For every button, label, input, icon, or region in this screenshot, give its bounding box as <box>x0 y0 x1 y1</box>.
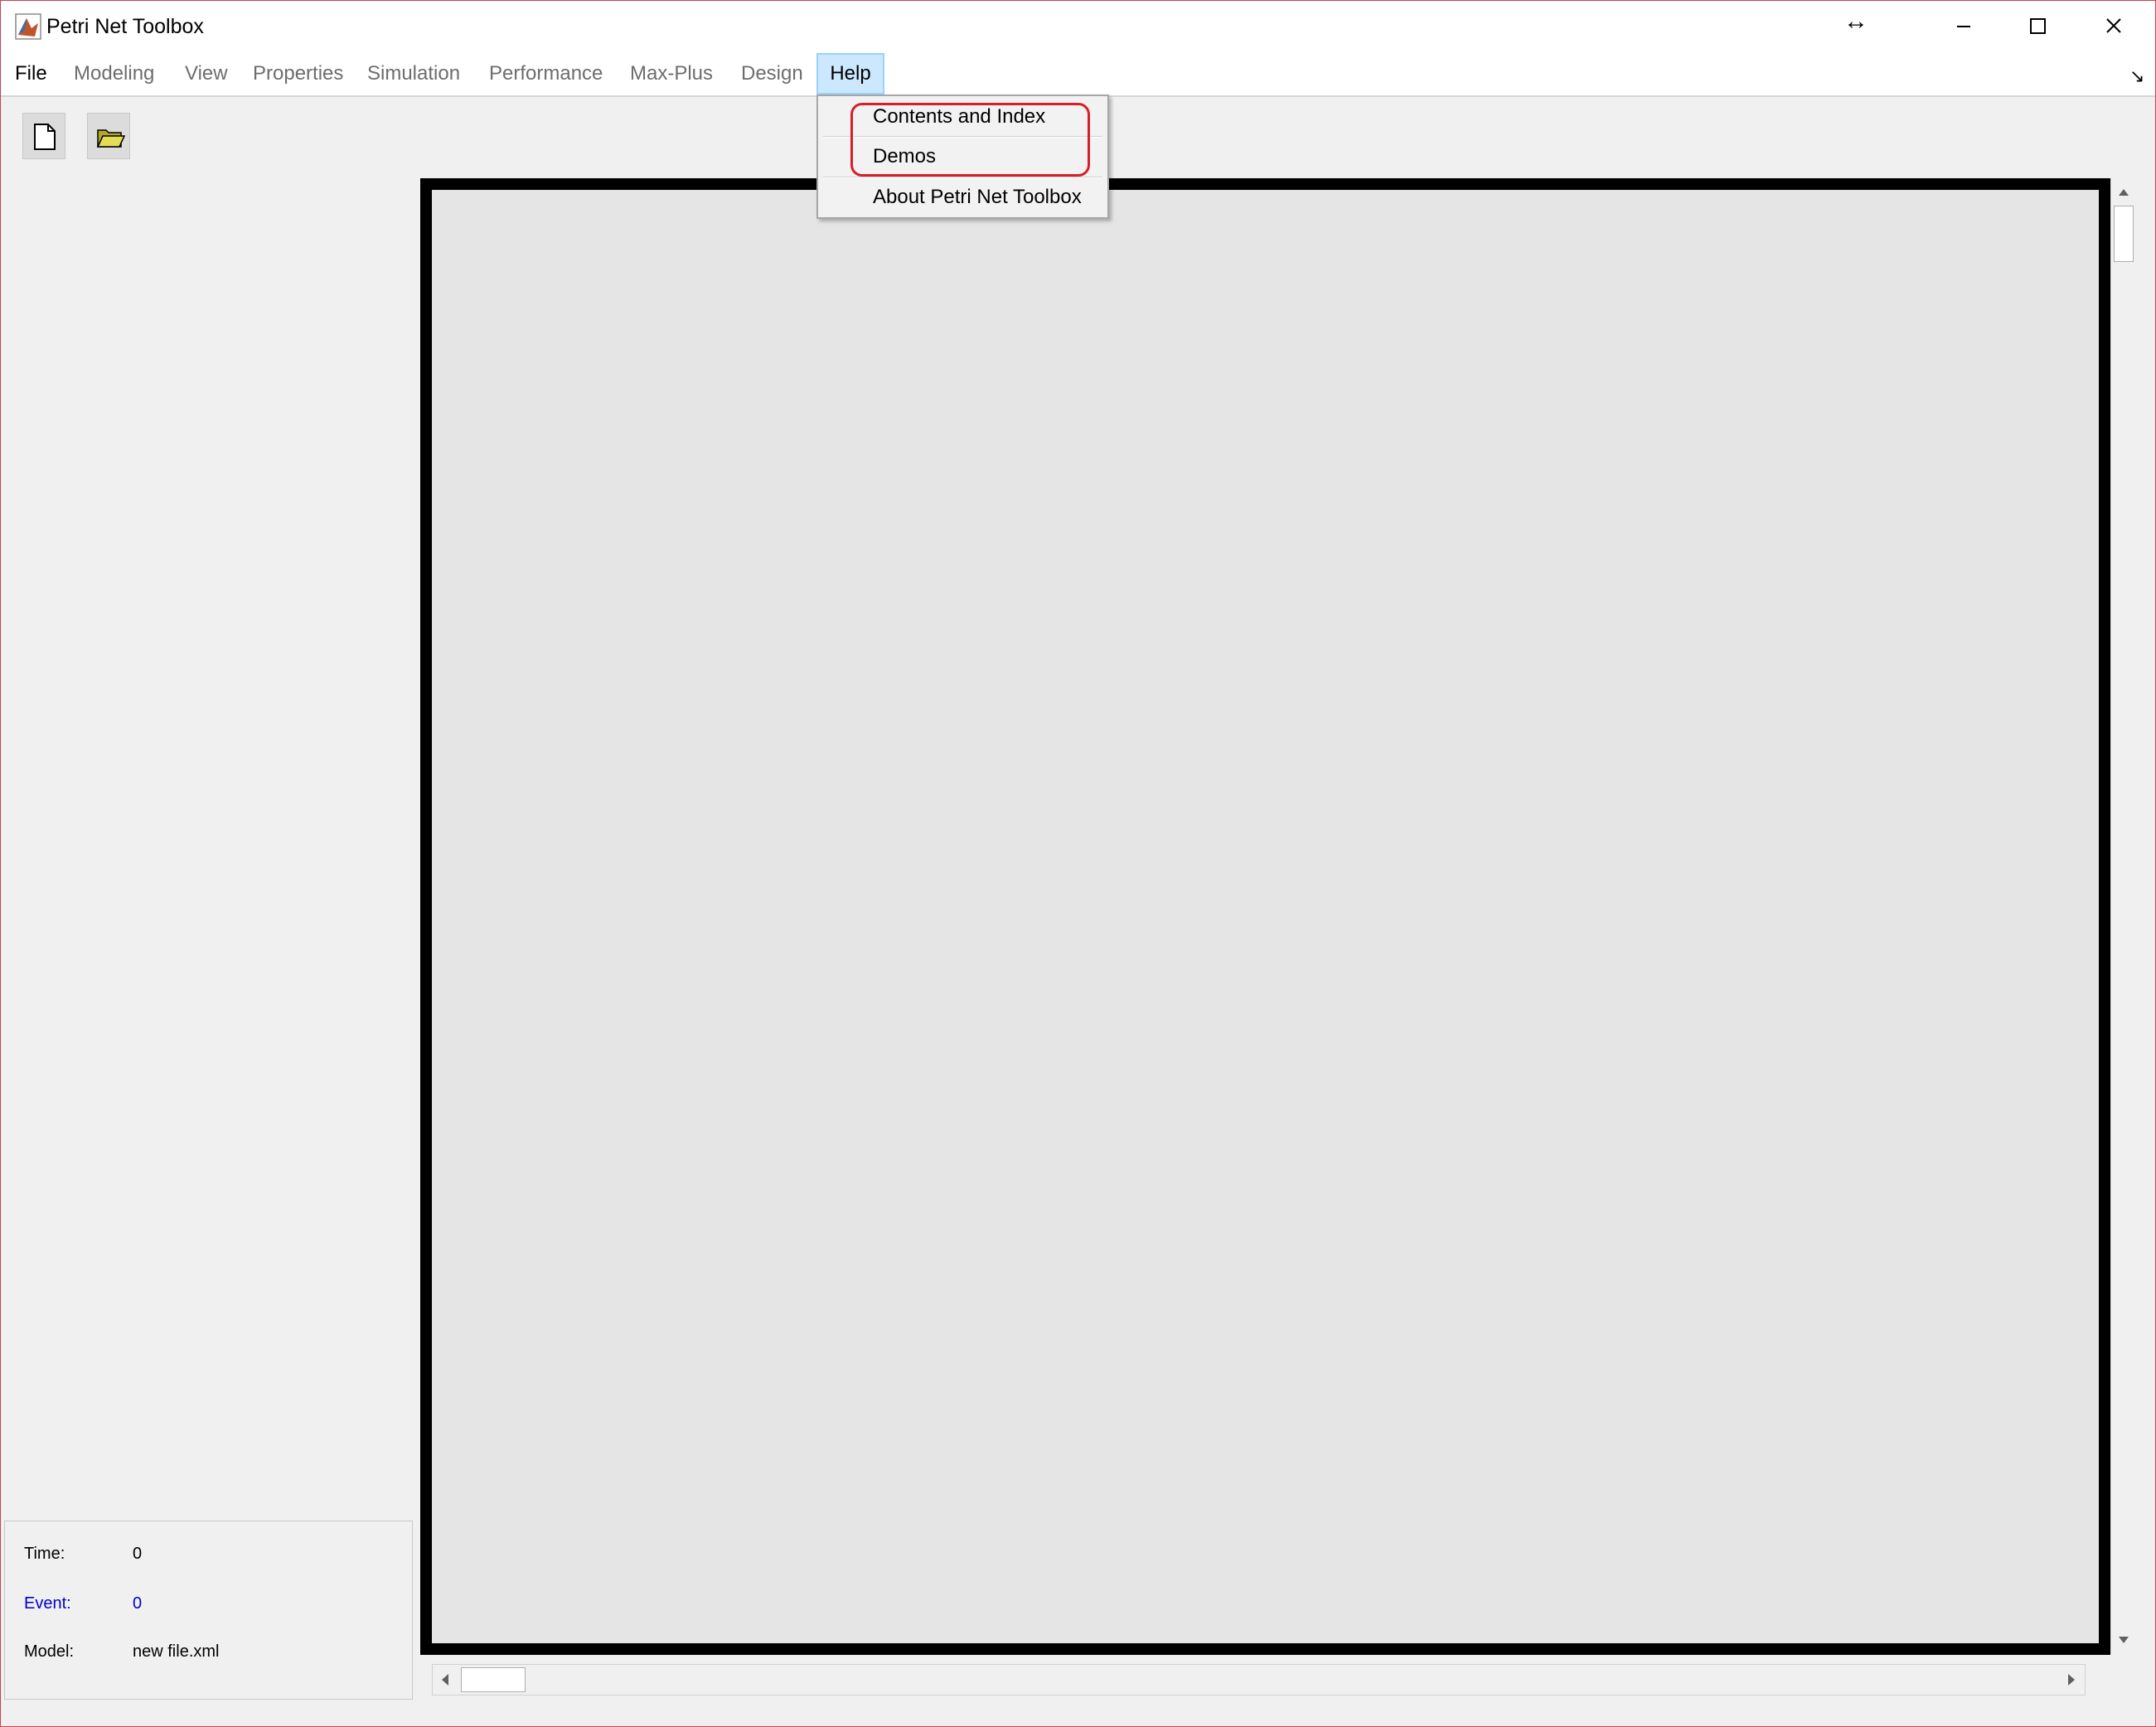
scroll-left-arrow-icon[interactable] <box>433 1665 458 1695</box>
event-value: 0 <box>133 1594 143 1613</box>
annotation-highlight-box <box>850 103 1090 177</box>
menu-modeling[interactable]: Modeling <box>74 52 154 95</box>
time-value: 0 <box>133 1545 143 1563</box>
scroll-down-arrow-icon[interactable] <box>2111 1628 2136 1652</box>
maximize-icon <box>2030 18 2046 34</box>
menu-properties[interactable]: Properties <box>253 52 343 95</box>
status-panel: Time: 0 Event: 0 Model: new file.xml <box>4 1521 413 1700</box>
menu-view[interactable]: View <box>185 52 228 95</box>
close-icon <box>2106 18 2121 33</box>
minimize-button[interactable] <box>1926 1 2000 52</box>
menu-performance[interactable]: Performance <box>489 52 603 95</box>
model-label: Model: <box>24 1642 75 1661</box>
app-window: Petri Net Toolbox ↔ File Modeling View P… <box>0 0 2156 1727</box>
menu-help[interactable]: Help <box>816 53 884 95</box>
title-bar[interactable]: Petri Net Toolbox ↔ <box>1 1 2155 52</box>
new-file-button[interactable] <box>22 113 65 159</box>
scroll-right-arrow-icon[interactable] <box>2059 1665 2084 1695</box>
time-label: Time: <box>24 1545 65 1563</box>
vertical-scroll-thumb[interactable] <box>2114 206 2134 262</box>
menu-item-label: About Petri Net Toolbox <box>873 186 1082 208</box>
menu-design[interactable]: Design <box>741 52 803 95</box>
event-label: Event: <box>24 1594 71 1613</box>
menu-item-about[interactable]: About Petri Net Toolbox <box>818 178 1107 216</box>
close-button[interactable] <box>2076 1 2151 52</box>
vertical-scrollbar[interactable] <box>2110 178 2136 1654</box>
open-file-button[interactable] <box>87 113 130 159</box>
resize-arrows-icon[interactable]: ↔ <box>1844 9 1868 34</box>
open-folder-icon <box>96 129 125 148</box>
menu-bar: File Modeling View Properties Simulation… <box>1 52 2155 97</box>
scroll-up-arrow-icon[interactable] <box>2111 180 2136 205</box>
horizontal-scrollbar[interactable] <box>432 1664 2086 1695</box>
maximize-button[interactable] <box>2000 1 2075 52</box>
petri-net-canvas[interactable] <box>420 178 2110 1655</box>
matlab-app-icon <box>15 13 41 40</box>
menu-file[interactable]: File <box>15 52 47 95</box>
model-value: new file.xml <box>133 1642 220 1661</box>
menu-simulation[interactable]: Simulation <box>367 52 460 95</box>
new-file-icon <box>34 124 56 150</box>
window-title: Petri Net Toolbox <box>46 15 204 38</box>
toolbar-collapse-icon[interactable]: ↘ <box>2129 65 2144 87</box>
menu-max-plus[interactable]: Max-Plus <box>630 52 713 95</box>
minimize-icon <box>1957 26 1970 27</box>
horizontal-scroll-thumb[interactable] <box>461 1667 526 1692</box>
